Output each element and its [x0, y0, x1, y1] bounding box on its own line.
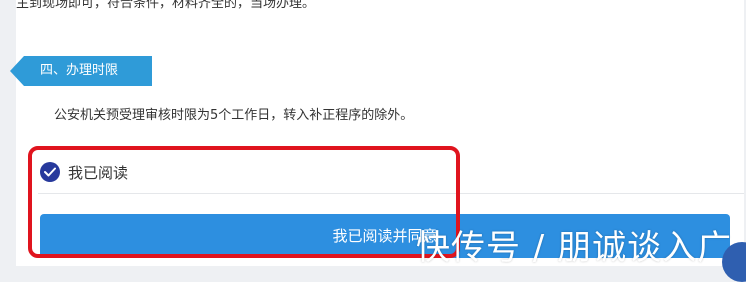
check-circle-icon[interactable]	[40, 162, 60, 182]
read-confirm-row[interactable]: 我已阅读	[40, 158, 128, 186]
content-card: 主到现场即可，符合条件，材料齐全的，当场办理。 四、办理时限 公安机关预受理审核…	[10, 0, 744, 266]
section-tag-processing-time: 四、办理时限	[10, 56, 152, 86]
divider	[38, 193, 744, 194]
read-confirm-label: 我已阅读	[68, 163, 129, 182]
agree-button[interactable]: 我已阅读并同意	[40, 214, 730, 258]
intro-text: 主到现场即可，符合条件，材料齐全的，当场办理。	[16, 0, 316, 11]
processing-time-text: 公安机关预受理审核时限为5个工作日，转入补正程序的除外。	[54, 108, 414, 123]
